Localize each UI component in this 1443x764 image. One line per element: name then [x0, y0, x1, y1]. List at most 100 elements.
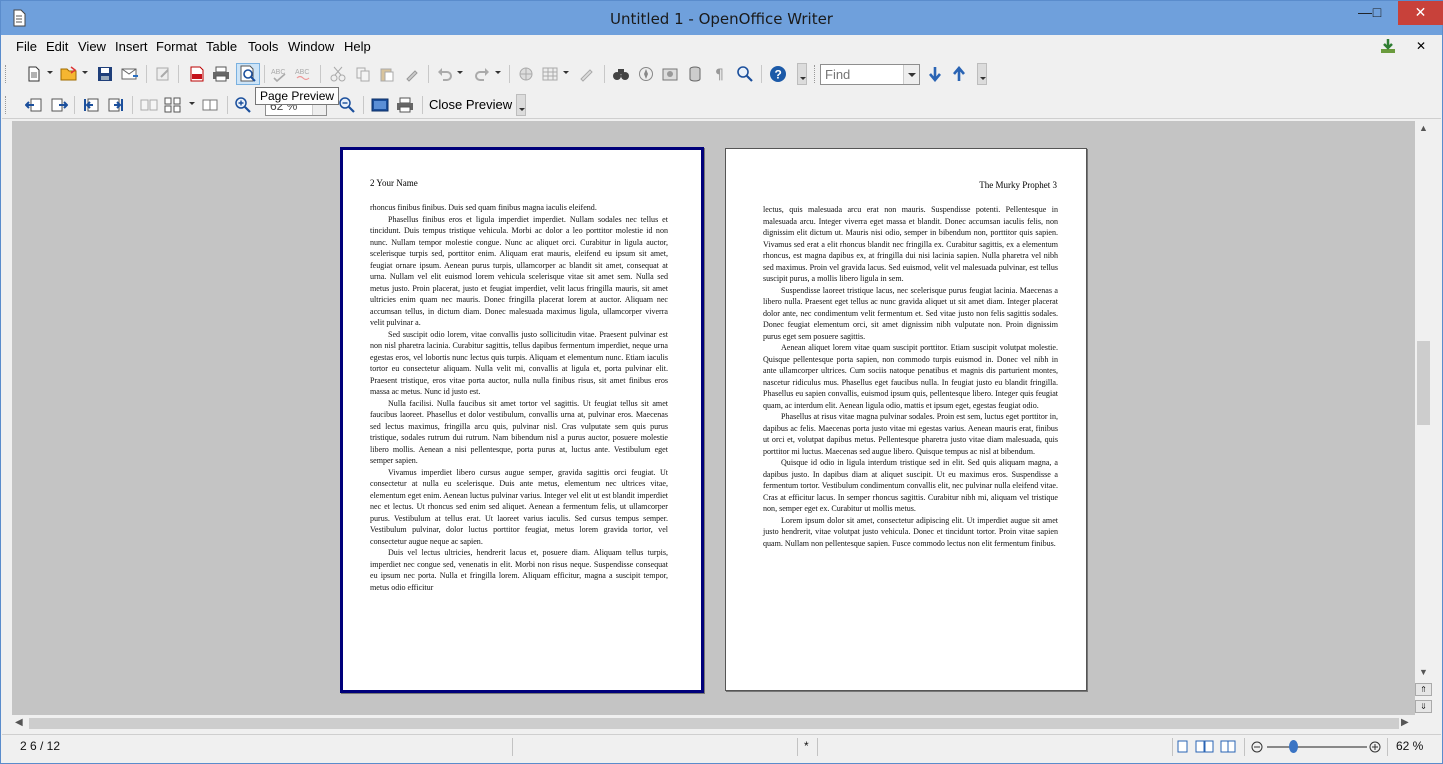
find-next-icon[interactable] [925, 64, 945, 84]
open-folder-icon[interactable] [59, 64, 79, 84]
update-download-icon[interactable] [1380, 38, 1396, 54]
page-preview-tooltip: Page Preview [255, 87, 340, 105]
preview-page-left[interactable]: 2 Your Name rhoncus finibus finibus. Dui… [340, 147, 704, 693]
new-document-icon[interactable] [24, 64, 44, 84]
print-icon[interactable] [211, 64, 231, 84]
print-preview-icon[interactable] [395, 95, 415, 115]
clone-formatting-icon[interactable] [402, 64, 422, 84]
menu-tools[interactable]: Tools [248, 39, 278, 54]
save-icon[interactable] [95, 64, 115, 84]
spellcheck-icon[interactable]: ABC [270, 64, 290, 84]
undo-dropdown-arrow[interactable] [457, 71, 463, 74]
paste-icon[interactable] [377, 64, 397, 84]
export-pdf-icon[interactable] [187, 64, 207, 84]
view-layout-icons[interactable] [1177, 739, 1237, 754]
table-icon[interactable] [540, 64, 560, 84]
table-dropdown-arrow[interactable] [563, 71, 569, 74]
gallery-icon[interactable] [660, 64, 680, 84]
maximize-button[interactable]: □ [1359, 1, 1395, 25]
menu-bar: File Edit View Insert Format Table Tools… [2, 35, 1441, 58]
preview-toolbar-overflow-button[interactable] [516, 94, 526, 116]
paragraph: Vivamus imperdiet libero cursus augue se… [370, 467, 668, 546]
find-input[interactable] [821, 65, 901, 84]
menu-format[interactable]: Format [156, 39, 197, 54]
help-icon[interactable]: ? [768, 64, 788, 84]
paragraph: Duis vel lectus ultricies, hendrerit lac… [370, 548, 668, 592]
page-indicator[interactable]: 2 6 / 12 [20, 739, 60, 753]
scroll-left-icon[interactable]: ◀ [15, 717, 23, 728]
menu-insert[interactable]: Insert [115, 39, 148, 54]
cut-icon[interactable] [328, 64, 348, 84]
autospellcheck-icon[interactable]: ABC [294, 64, 314, 84]
close-window-button[interactable]: ✕ [1398, 1, 1443, 25]
vertical-scrollbar[interactable]: ▲ ▼ [1415, 121, 1432, 715]
menu-help[interactable]: Help [344, 39, 371, 54]
preview-page-right[interactable]: The Murky Prophet 3 lectus, quis malesua… [725, 148, 1087, 691]
toolbar-grip[interactable] [5, 65, 8, 83]
undo-icon[interactable] [435, 64, 455, 84]
formatting-marks-icon[interactable]: ¶ [710, 64, 730, 84]
zoom-in-status-icon[interactable] [1369, 741, 1381, 753]
zoom-out-icon[interactable] [337, 95, 357, 115]
menu-file[interactable]: File [16, 39, 37, 54]
menu-table[interactable]: Table [206, 39, 237, 54]
new-dropdown-arrow[interactable] [47, 71, 53, 74]
data-sources-icon[interactable] [685, 64, 705, 84]
horizontal-scrollbar[interactable]: ◀ ▶ [12, 715, 1415, 732]
writer-window: Untitled 1 - OpenOffice Writer — □ ✕ Fil… [0, 0, 1443, 764]
scroll-right-icon[interactable]: ▶ [1401, 717, 1409, 728]
first-page-icon[interactable] [81, 95, 101, 115]
paragraph: rhoncus finibus finibus. Duis sed quam f… [370, 203, 597, 212]
menu-window[interactable]: Window [288, 39, 334, 54]
previous-page-scroll-icon[interactable]: ⇑ [1415, 683, 1432, 696]
zoom-in-icon[interactable] [233, 95, 253, 115]
last-page-icon[interactable] [106, 95, 126, 115]
find-dropdown-arrow[interactable] [903, 65, 919, 84]
next-page-icon[interactable] [49, 95, 69, 115]
toolbar-grip[interactable] [5, 96, 8, 114]
find-toolbar-overflow-button[interactable] [977, 63, 987, 85]
previous-page-icon[interactable] [24, 95, 44, 115]
multiple-pages-icon[interactable] [163, 95, 183, 115]
zoom-icon[interactable] [735, 64, 755, 84]
copy-icon[interactable] [353, 64, 373, 84]
zoom-out-status-icon[interactable] [1251, 741, 1263, 753]
status-bar: 2 6 / 12 * 62 % [2, 734, 1441, 758]
edit-file-icon[interactable] [153, 64, 173, 84]
close-document-button[interactable]: ✕ [1416, 39, 1426, 53]
zoom-slider-track[interactable] [1267, 746, 1367, 748]
close-preview-button[interactable]: Close Preview [429, 97, 512, 112]
document-preview-area[interactable]: 2 Your Name rhoncus finibus finibus. Dui… [12, 121, 1415, 715]
redo-dropdown-arrow[interactable] [495, 71, 501, 74]
book-preview-icon[interactable] [200, 95, 220, 115]
show-draw-functions-icon[interactable] [577, 64, 597, 84]
document-modified-indicator[interactable]: * [804, 739, 809, 753]
redo-icon[interactable] [472, 64, 492, 84]
vertical-scroll-thumb[interactable] [1417, 341, 1430, 425]
multiple-pages-dropdown-arrow[interactable] [189, 102, 195, 105]
page-preview-icon[interactable] [236, 63, 260, 85]
find-previous-icon[interactable] [949, 64, 969, 84]
svg-text:¶: ¶ [715, 67, 724, 82]
navigator-icon[interactable] [636, 64, 656, 84]
find-field[interactable] [820, 64, 920, 85]
two-pages-icon[interactable] [139, 95, 159, 115]
scroll-down-icon[interactable]: ▼ [1419, 667, 1428, 677]
full-screen-icon[interactable] [370, 95, 390, 115]
email-document-icon[interactable] [120, 64, 140, 84]
zoom-percentage[interactable]: 62 % [1396, 739, 1423, 753]
next-page-scroll-icon[interactable]: ⇓ [1415, 700, 1432, 713]
hyperlink-icon[interactable] [516, 64, 536, 84]
page-body-right: lectus, quis malesuada arcu erat non mau… [763, 204, 1058, 549]
open-dropdown-arrow[interactable] [82, 71, 88, 74]
horizontal-scroll-thumb[interactable] [29, 718, 1399, 729]
paragraph: Nulla facilisi. Nulla faucibus sit amet … [370, 398, 668, 466]
zoom-slider-knob[interactable] [1289, 740, 1298, 753]
toolbar-overflow-button[interactable] [797, 63, 807, 85]
paragraph: Sed suscipit odio lorem, vitae convallis… [370, 329, 668, 397]
scroll-up-icon[interactable]: ▲ [1419, 123, 1428, 133]
menu-view[interactable]: View [78, 39, 106, 54]
menu-edit[interactable]: Edit [46, 39, 68, 54]
find-replace-icon[interactable] [611, 64, 631, 84]
paragraph: Lorem ipsum dolor sit amet, consectetur … [763, 515, 1058, 548]
